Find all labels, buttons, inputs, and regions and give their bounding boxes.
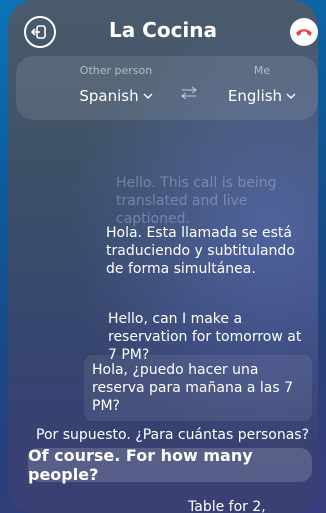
phone-hangup-icon — [296, 29, 312, 36]
system-message-english: Hello. This call is being translated and… — [116, 175, 277, 227]
my-language-text: English — [227, 87, 283, 105]
call-panel: La Cocina Other person Spanish Me Englis… — [8, 0, 318, 513]
other-message-english: Of course. For how many people? — [28, 446, 312, 484]
swap-icon[interactable] — [180, 86, 198, 100]
my-message-partial: Table for 2, please. — [188, 499, 266, 513]
chevron-down-icon — [143, 93, 153, 99]
other-person-language-value[interactable]: Spanish — [56, 87, 176, 105]
my-message-spanish: Hola, ¿puedo hacer una reserva para maña… — [84, 355, 312, 421]
page-title: La Cocina — [108, 18, 218, 42]
other-person-language[interactable]: Other person Spanish — [56, 64, 176, 105]
me-label: Me — [253, 64, 271, 77]
chevron-down-icon — [286, 93, 296, 99]
hangup-button[interactable] — [290, 18, 318, 46]
my-language-value[interactable]: English — [212, 87, 312, 105]
exit-button[interactable] — [24, 16, 56, 48]
other-person-language-text: Spanish — [79, 87, 139, 105]
system-message-spanish: Hola. Esta llamada se está traduciendo y… — [106, 225, 295, 277]
header: La Cocina — [8, 0, 318, 56]
other-message-spanish: Por supuesto. ¿Para cuántas personas? — [36, 427, 309, 443]
my-language[interactable]: Me English — [212, 64, 312, 105]
other-person-label: Other person — [79, 64, 153, 77]
language-selector: Other person Spanish Me English — [16, 56, 318, 120]
exit-icon — [31, 25, 46, 39]
